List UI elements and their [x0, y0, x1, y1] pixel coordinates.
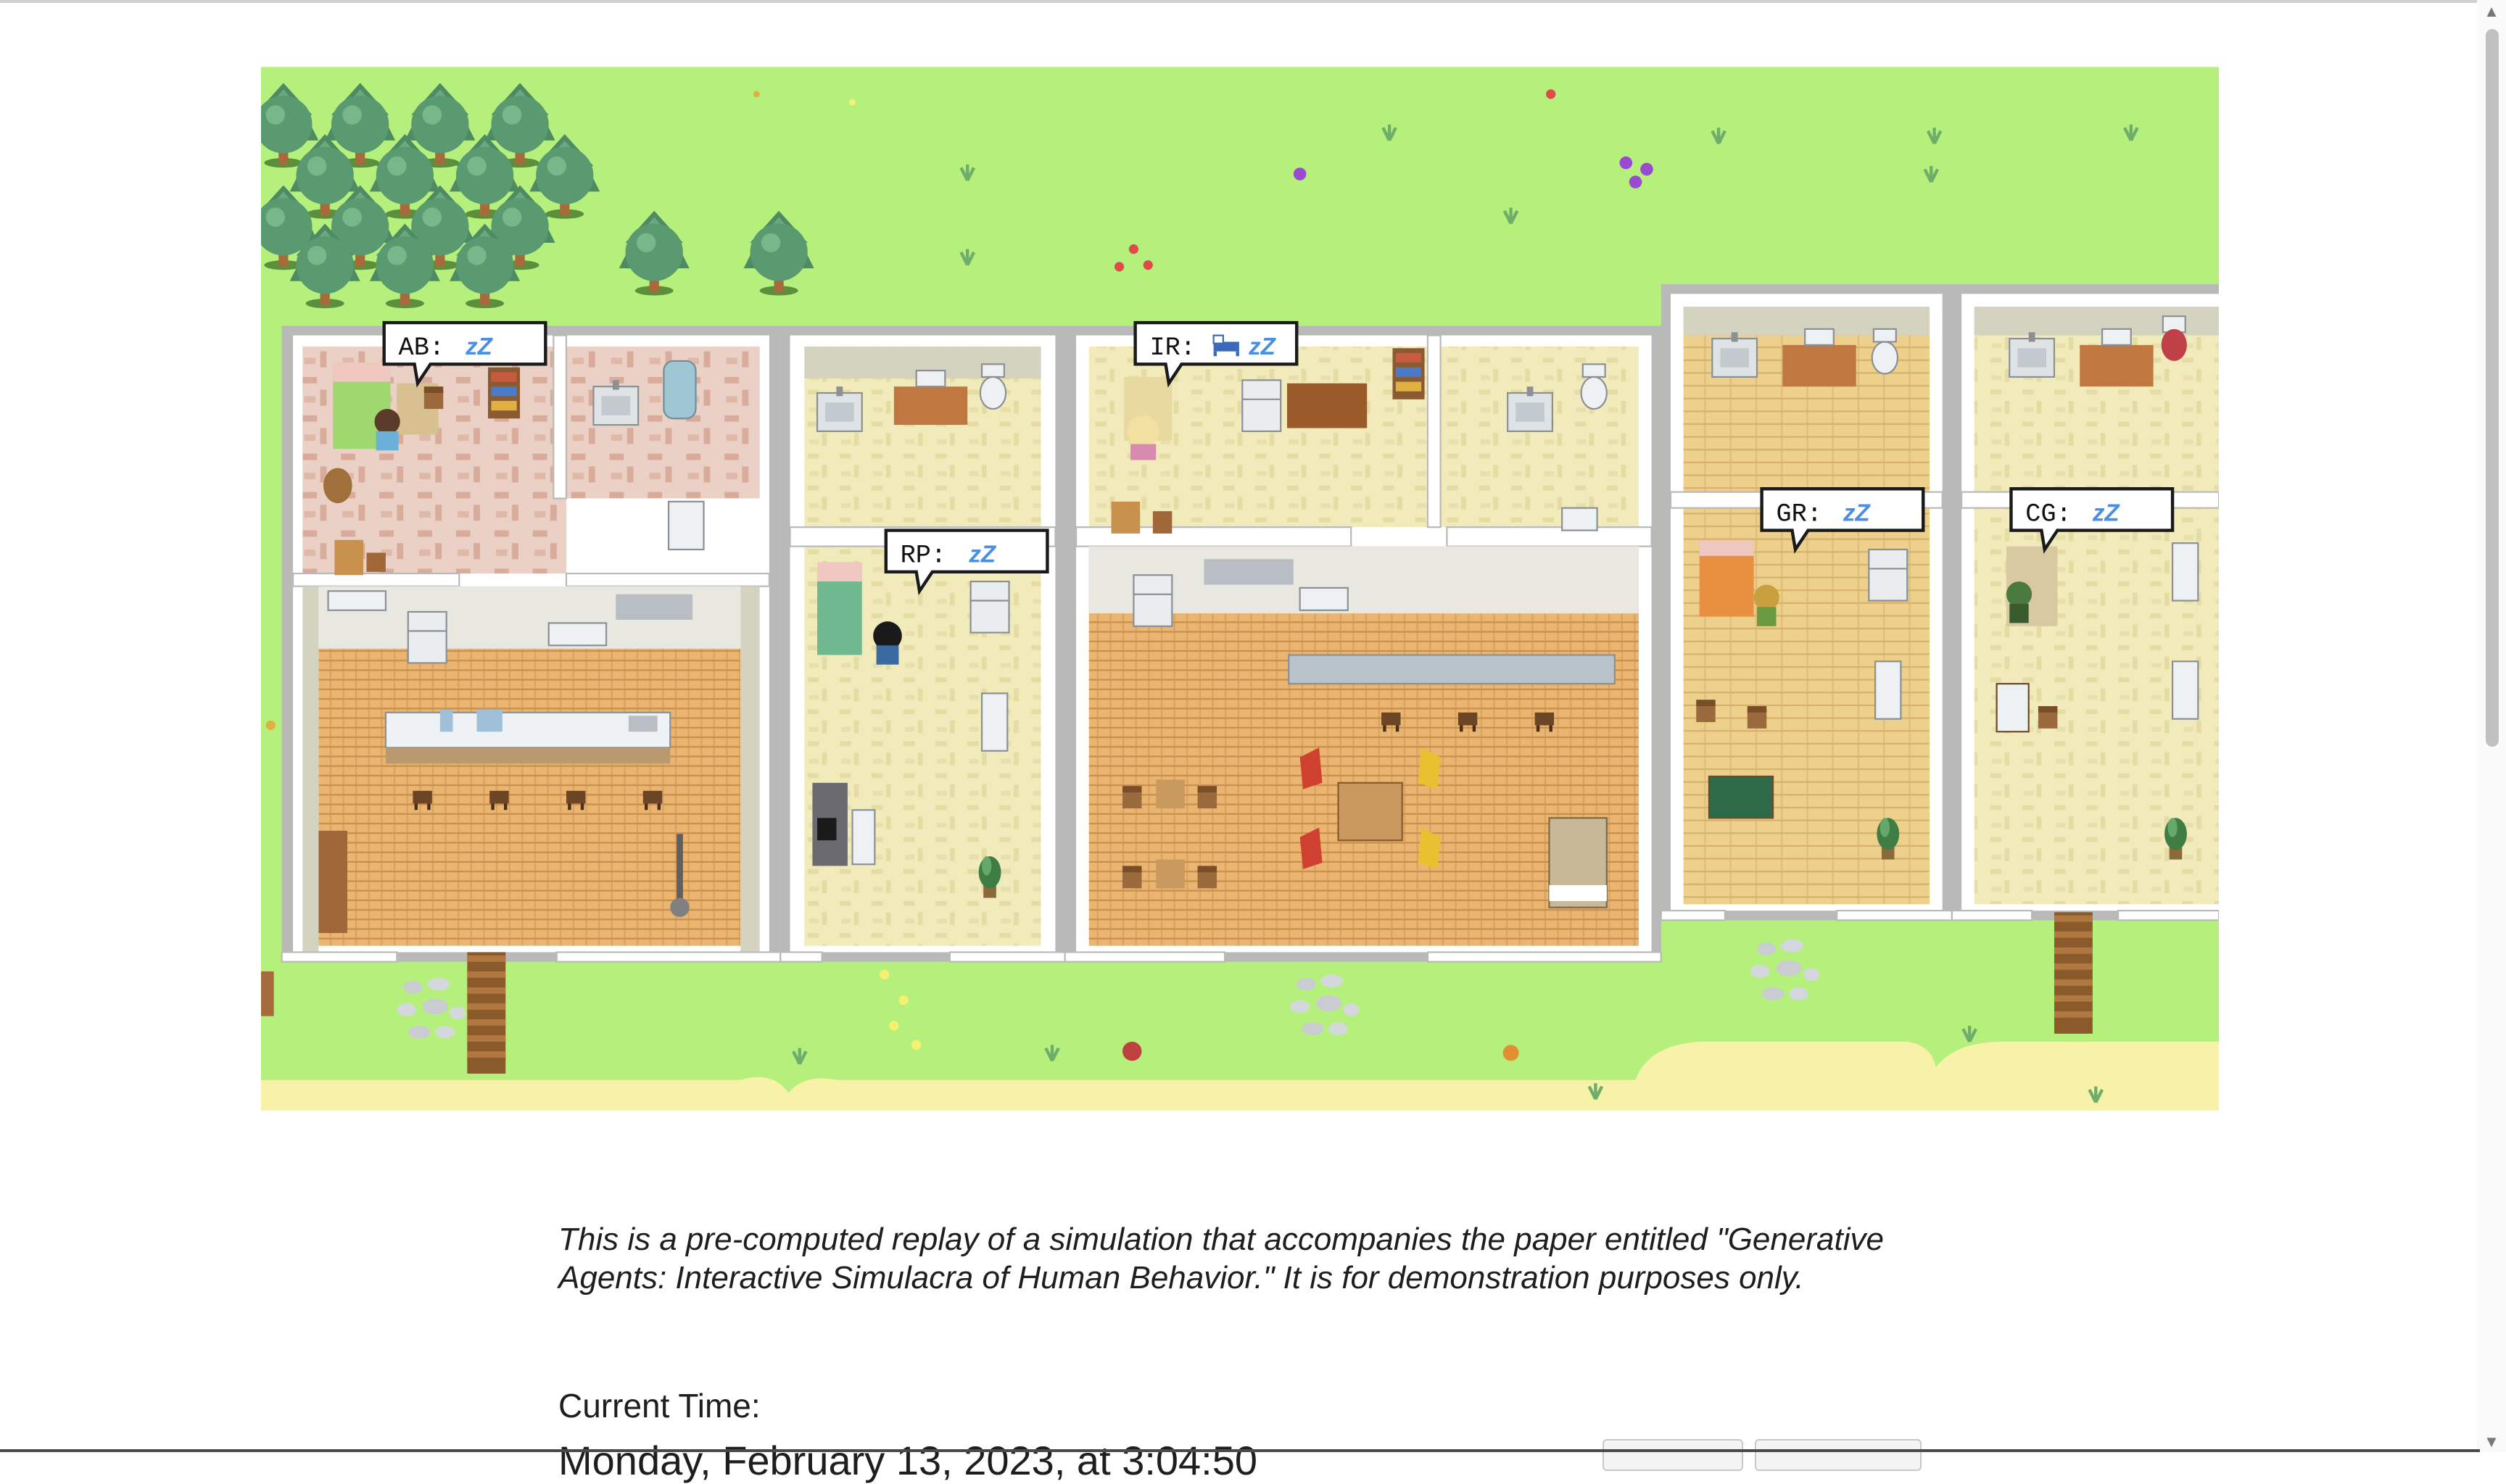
current-time-value: Monday, February 13, 2023, at 3:04:50 [558, 1438, 1258, 1483]
agent-label-gr: GR: [1776, 499, 1821, 528]
control-button[interactable] [1603, 1439, 1743, 1471]
browser-top-border [0, 0, 2506, 3]
agent-gr-sprite [1753, 584, 1779, 626]
replay-description: This is a pre-computed replay of a simul… [558, 1222, 1884, 1296]
scrollbar-thumb[interactable] [2486, 29, 2499, 747]
zzz-icon: zZ [1248, 333, 1277, 360]
scroll-up-arrow-icon[interactable]: ▲ [2481, 3, 2502, 20]
zzz-icon: zZ [1843, 499, 1872, 526]
agent-cg-sprite [2006, 581, 2032, 623]
agent-rp-sprite [873, 621, 902, 665]
agent-ir-sprite [1127, 415, 1159, 460]
current-time-label: Current Time: [558, 1387, 761, 1425]
scroll-down-arrow-icon[interactable]: ▼ [2481, 1433, 2502, 1451]
agent-label-cg: CG: [2025, 499, 2071, 528]
vertical-scrollbar[interactable]: ▲ ▼ [2477, 0, 2506, 1452]
agent-ab-sprite [374, 409, 400, 451]
house-1 [281, 326, 782, 963]
zzz-icon: zZ [2092, 499, 2121, 526]
game-canvas[interactable]: AB: zZ IR: zZ RP: zZ GR: zZ CG: zZ [261, 67, 2219, 1111]
zzz-icon: zZ [968, 542, 997, 568]
control-button[interactable] [1755, 1439, 1922, 1471]
agent-label-rp: RP: [901, 542, 946, 571]
house-5 [1951, 284, 2219, 921]
window-bottom-border [0, 1449, 2480, 1452]
agent-label-ir: IR: [1149, 333, 1195, 362]
zzz-icon: zZ [465, 333, 494, 360]
house-4 [1660, 284, 1953, 921]
smallville-map: AB: zZ IR: zZ RP: zZ GR: zZ CG: zZ [261, 67, 2219, 1111]
agent-label-ab: AB: [399, 333, 444, 362]
house-2 [779, 326, 1066, 963]
